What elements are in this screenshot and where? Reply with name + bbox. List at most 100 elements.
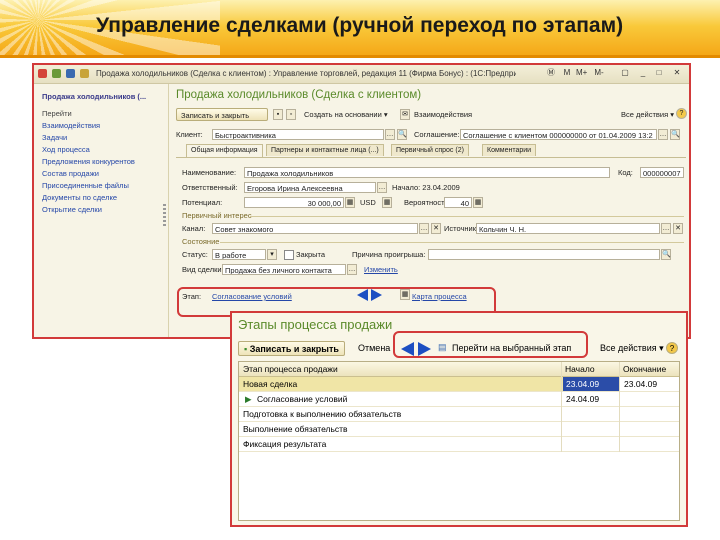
channel-field[interactable]: Совет знакомого xyxy=(212,223,418,234)
agreement-open-icon[interactable]: 🔍 xyxy=(670,129,680,140)
status-dropdown-icon[interactable]: ▾ xyxy=(267,249,277,260)
end-cell xyxy=(624,392,678,406)
nav-item-sale-content[interactable]: Состав продажи xyxy=(42,169,99,178)
tab-partners[interactable]: Партнеры и контактные лица (...) xyxy=(266,144,384,156)
interactions-button[interactable]: Взаимодействия xyxy=(414,110,472,119)
stage-cell: Новая сделка xyxy=(239,377,563,391)
source-label: Источник: xyxy=(444,224,479,233)
back-icon[interactable] xyxy=(52,69,61,78)
manager-field[interactable]: Егорова Ирина Алексеевна xyxy=(244,182,376,193)
manager-select-icon[interactable]: … xyxy=(377,182,387,193)
save-icon[interactable]: ▪ xyxy=(273,109,283,120)
stage-cell: Подготовка к выполнению обязательств xyxy=(243,409,402,419)
form-toolbar: Записать и закрыть ▪ ▫ Создать на основа… xyxy=(176,108,689,124)
probability-calc-icon[interactable]: ▦ xyxy=(473,197,483,208)
create-based-button[interactable]: Создать на основании ▾ xyxy=(304,110,388,119)
client-open-icon[interactable]: 🔍 xyxy=(397,129,407,140)
nav-item-files[interactable]: Присоединенные файлы xyxy=(42,181,129,190)
nav-item-documents[interactable]: Документы по сделке xyxy=(42,193,117,202)
table-header: Этап процесса продажи Начало Окончание xyxy=(239,362,679,377)
column-start[interactable]: Начало xyxy=(565,362,615,376)
minimize-icon[interactable]: _ xyxy=(638,68,648,78)
start-cell xyxy=(566,422,620,436)
end-cell xyxy=(624,407,678,421)
source-field[interactable]: Кольчин Ч. Н. xyxy=(476,223,660,234)
table-row[interactable]: Фиксация результата xyxy=(239,437,679,452)
slide-banner: Управление сделками (ручной переход по э… xyxy=(0,0,720,58)
memory-add-icon[interactable]: M+ xyxy=(576,68,587,78)
calc-icon[interactable]: Ⓜ xyxy=(546,68,556,78)
source-select-icon[interactable]: … xyxy=(661,223,671,234)
slide-title: Управление сделками (ручной переход по э… xyxy=(96,14,624,37)
nav-item-tasks[interactable]: Задачи xyxy=(42,133,67,142)
maximize-icon[interactable]: □ xyxy=(654,68,664,78)
section-divider xyxy=(220,242,684,243)
splitter-handle[interactable] xyxy=(163,204,166,228)
help-icon[interactable]: ? xyxy=(676,108,687,119)
navigation-highlight xyxy=(393,331,588,358)
currency-select-icon[interactable]: ▦ xyxy=(382,197,392,208)
column-stage[interactable]: Этап процесса продажи xyxy=(243,362,553,376)
deal-type-select-icon[interactable]: … xyxy=(347,264,357,275)
status-field[interactable]: В работе xyxy=(212,249,266,260)
name-label: Наименование: xyxy=(182,168,237,177)
status-label: Статус: xyxy=(182,250,208,259)
dialog-save-close-button[interactable]: ▪ Записать и закрыть xyxy=(238,341,345,356)
tab-underline xyxy=(176,157,686,158)
dialog-all-actions-menu[interactable]: Все действия ▾ xyxy=(600,343,664,354)
reason-select-icon[interactable]: 🔍 xyxy=(661,249,671,260)
agreement-select-icon[interactable]: … xyxy=(658,129,668,140)
save-close-button[interactable]: Записать и закрыть xyxy=(176,108,268,121)
favorite-icon[interactable] xyxy=(80,69,89,78)
source-clear-icon[interactable]: ✕ xyxy=(673,223,683,234)
stage-cell: Выполнение обязательств xyxy=(243,424,348,434)
channel-select-icon[interactable]: … xyxy=(419,223,429,234)
nav-item-interactions[interactable]: Взаимодействия xyxy=(42,121,100,130)
memory-icon[interactable]: M xyxy=(562,68,572,78)
agreement-label: Соглашение: xyxy=(414,130,460,139)
all-actions-menu[interactable]: Все действия ▾ xyxy=(621,110,674,119)
potential-calc-icon[interactable]: ▦ xyxy=(345,197,355,208)
interactions-icon: ✉ xyxy=(400,109,410,120)
tab-comments[interactable]: Комментарии xyxy=(482,144,537,156)
client-field[interactable]: Быстроактивника xyxy=(212,129,384,140)
table-row[interactable]: ▶ Согласование условий 24.04.09 xyxy=(239,392,679,407)
column-end[interactable]: Окончание xyxy=(623,362,677,376)
potential-field[interactable]: 30 000,00 xyxy=(244,197,344,208)
probability-field[interactable]: 40 xyxy=(444,197,472,208)
close-icon[interactable]: ✕ xyxy=(672,68,682,78)
deal-type-field[interactable]: Продажа без личного контакта xyxy=(222,264,346,275)
change-type-link[interactable]: Изменить xyxy=(364,265,398,274)
memory-sub-icon[interactable]: M- xyxy=(594,68,604,78)
tab-general[interactable]: Общая информация xyxy=(186,144,263,157)
currency-label: USD xyxy=(360,198,376,207)
current-stage-marker-icon: ▶ xyxy=(245,394,252,404)
table-row[interactable]: Выполнение обязательств xyxy=(239,422,679,437)
code-field[interactable]: 000000007 xyxy=(640,167,684,178)
navigation-panel: Продажа холодильников (... Перейти Взаим… xyxy=(34,84,169,337)
agreement-field[interactable]: Соглашение с клиентом 000000000 от 01.04… xyxy=(460,129,657,140)
post-icon[interactable]: ▫ xyxy=(286,109,296,120)
client-select-icon[interactable]: … xyxy=(385,129,395,140)
closed-checkbox[interactable] xyxy=(284,250,294,260)
table-row[interactable]: Подготовка к выполнению обязательств xyxy=(239,407,679,422)
table-row[interactable]: Новая сделка 23.04.09 23.04.09 xyxy=(239,377,679,392)
stage-cell: Согласование условий xyxy=(257,394,348,404)
cancel-button[interactable]: Отмена xyxy=(358,343,390,353)
stage-cell: Фиксация результата xyxy=(243,439,327,449)
tab-demand[interactable]: Первичный спрос (2) xyxy=(391,144,469,156)
column-divider xyxy=(619,362,620,452)
channel-clear-icon[interactable]: ✕ xyxy=(431,223,441,234)
form-tabs: Общая информация Партнеры и контактные л… xyxy=(176,144,686,158)
dialog-help-icon[interactable]: ? xyxy=(666,342,678,354)
end-cell: 23.04.09 xyxy=(624,379,658,389)
restore-icon[interactable]: ▢ xyxy=(620,68,630,78)
nav-item-open-deal[interactable]: Открытие сделки xyxy=(42,205,102,214)
reason-field[interactable] xyxy=(428,249,660,260)
name-field[interactable]: Продажа холодильников xyxy=(244,167,610,178)
start-cell: 24.04.09 xyxy=(566,394,600,404)
form-title: Продажа холодильников (Сделка с клиентом… xyxy=(176,89,422,101)
nav-item-competitors[interactable]: Предложения конкурентов xyxy=(42,157,135,166)
forward-icon[interactable] xyxy=(66,69,75,78)
nav-item-process[interactable]: Ход процесса xyxy=(42,145,90,154)
